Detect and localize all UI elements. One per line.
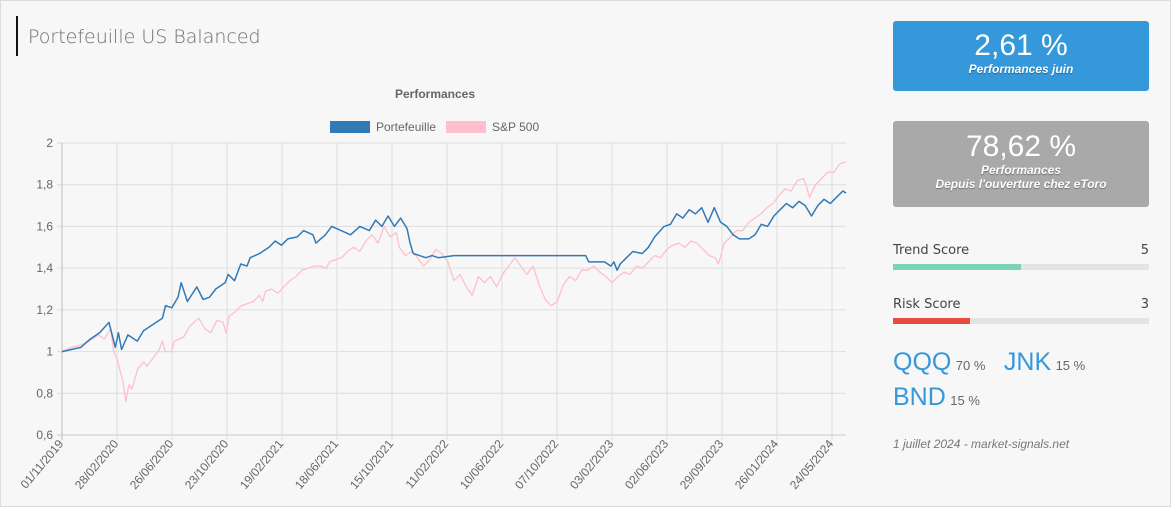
x-axis-ticks: 01/11/2019 28/02/2020 26/06/2020 23/10/2020… xyxy=(18,437,837,492)
footer-note: 1 juillet 2024 - market-signals.net xyxy=(893,437,1070,451)
chart-lines xyxy=(61,161,847,403)
x-tick-label: 02/06/2023 xyxy=(622,437,672,492)
x-tick-label: 29/09/2023 xyxy=(677,437,727,492)
asset-weight: 70 % xyxy=(955,358,986,373)
x-tick-label: 01/11/2019 xyxy=(18,437,67,492)
x-tick-label: 18/06/2021 xyxy=(292,437,342,492)
asset-ticker: BND xyxy=(893,383,946,411)
chart-grid xyxy=(57,142,846,440)
x-tick-label: 28/02/2020 xyxy=(72,437,122,492)
series-line-portefeuille xyxy=(61,190,847,353)
trend-score-label: Trend Score xyxy=(893,243,970,258)
series-line-sp500 xyxy=(61,161,847,403)
x-tick-label: 26/01/2024 xyxy=(732,437,782,492)
monthly-performance-value: 2,61 % xyxy=(974,29,1068,62)
x-tick-label: 15/10/2021 xyxy=(347,437,397,492)
x-tick-label: 26/06/2020 xyxy=(127,437,177,492)
risk-score-fill xyxy=(893,318,970,324)
risk-score: Risk Score 3 xyxy=(893,297,1149,324)
total-performance-label-1: Performances xyxy=(980,163,1062,177)
risk-score-value: 3 xyxy=(1140,297,1149,312)
trend-score-value: 5 xyxy=(1140,243,1149,258)
x-tick-label: 03/02/2023 xyxy=(567,437,617,492)
y-tick-label: 1,6 xyxy=(36,219,53,233)
risk-score-label: Risk Score xyxy=(893,297,961,312)
monthly-performance-card: 2,61 % Performances juin xyxy=(893,21,1149,91)
x-tick-label: 23/10/2020 xyxy=(182,437,232,492)
x-tick-label: 19/02/2021 xyxy=(237,437,287,492)
x-tick-label: 24/05/2024 xyxy=(787,437,837,492)
y-tick-label: 0,8 xyxy=(36,386,53,400)
total-performance-label-2: Depuis l'ouverture chez eToro xyxy=(935,177,1107,191)
y-tick-label: 1,2 xyxy=(36,303,53,317)
legend-swatch-portefeuille[interactable] xyxy=(330,121,370,133)
x-tick-label: 11/02/2022 xyxy=(403,437,452,492)
asset-qqq: QQQ 70 % xyxy=(893,348,985,377)
performance-chart: Performances Portefeuille S&P 500 0,6 0,8… xyxy=(18,87,847,492)
chart-legend: Portefeuille S&P 500 xyxy=(330,120,539,134)
y-tick-label: 2 xyxy=(46,136,53,150)
legend-label-sp500[interactable]: S&P 500 xyxy=(492,120,539,134)
asset-weight: 15 % xyxy=(1055,358,1086,373)
asset-weight: 15 % xyxy=(950,393,980,408)
y-tick-label: 1 xyxy=(46,345,53,359)
asset-jnk: JNK 15 % xyxy=(1004,348,1085,377)
y-axis-ticks: 0,6 0,8 1 1,2 1,4 1,6 1,8 2 xyxy=(36,136,53,442)
trend-score: Trend Score 5 xyxy=(893,243,1149,270)
y-tick-label: 0,6 xyxy=(36,428,53,442)
legend-label-portefeuille[interactable]: Portefeuille xyxy=(376,120,436,134)
y-tick-label: 1,8 xyxy=(36,178,53,192)
asset-allocation: QQQ 70 % JNK 15 % BND 15 % xyxy=(893,348,1153,412)
asset-ticker: QQQ xyxy=(893,348,952,376)
x-tick-label: 10/06/2022 xyxy=(457,437,507,492)
trend-score-track xyxy=(893,264,1149,270)
legend-swatch-sp500[interactable] xyxy=(446,121,486,133)
risk-score-track xyxy=(893,318,1149,324)
chart-title: Performances xyxy=(395,87,475,101)
trend-score-fill xyxy=(893,264,1021,270)
asset-bnd: BND 15 % xyxy=(893,383,980,412)
asset-ticker: JNK xyxy=(1003,348,1052,376)
monthly-performance-label: Performances juin xyxy=(968,62,1074,76)
total-performance-card: 78,62 % Performances Depuis l'ouverture … xyxy=(893,121,1149,207)
x-tick-label: 07/10/2022 xyxy=(512,437,562,492)
y-tick-label: 1,4 xyxy=(36,261,53,275)
total-performance-value: 78,62 % xyxy=(965,130,1077,163)
